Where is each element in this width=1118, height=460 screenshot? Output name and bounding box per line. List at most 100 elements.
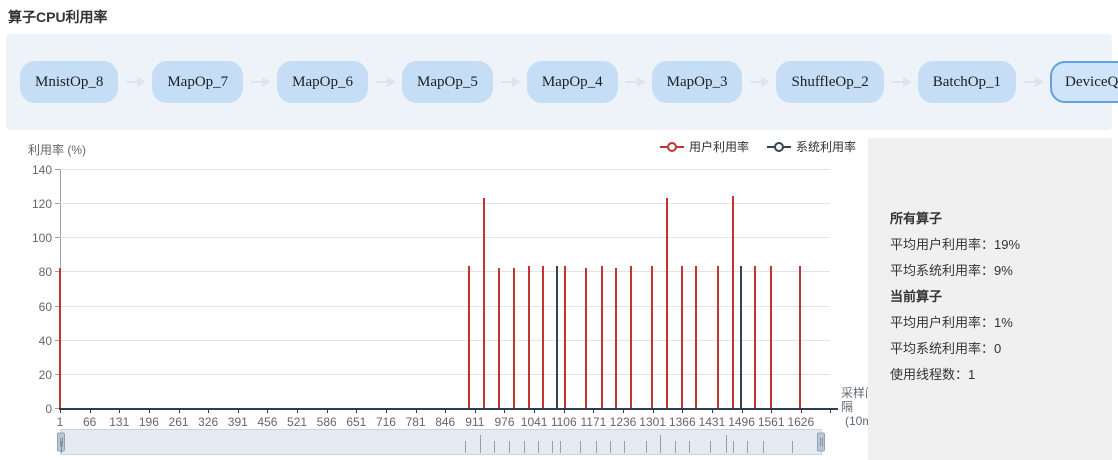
datazoom-shadow-tick bbox=[538, 441, 539, 453]
datazoom-right-handle-icon[interactable] bbox=[817, 433, 825, 452]
y-axis-name: 利用率 (%) bbox=[28, 141, 86, 158]
page-title: 算子CPU利用率 bbox=[8, 7, 108, 27]
bar-用户利用率[interactable] bbox=[528, 266, 530, 408]
pipeline-node-mapop_4[interactable]: MapOp_4 bbox=[527, 61, 618, 103]
pipeline-node-mnistop_8[interactable]: MnistOp_8 bbox=[20, 61, 118, 103]
gridline bbox=[60, 306, 830, 307]
bar-用户利用率[interactable] bbox=[770, 266, 772, 408]
bar-用户利用率[interactable] bbox=[564, 266, 566, 408]
bar-用户利用率[interactable] bbox=[615, 268, 617, 408]
y-axis-label: 100 bbox=[32, 231, 52, 245]
legend-label: 系统利用率 bbox=[796, 138, 856, 155]
bar-系统利用率[interactable] bbox=[740, 266, 742, 408]
datazoom-shadow-tick bbox=[726, 435, 727, 453]
bar-用户利用率[interactable] bbox=[585, 268, 587, 408]
y-axis-label: 0 bbox=[45, 402, 52, 416]
pipeline-node-shuffleop_2[interactable]: ShuffleOp_2 bbox=[776, 61, 883, 103]
arrow-right-icon bbox=[126, 81, 144, 83]
x-axis-tick-icon bbox=[445, 408, 446, 413]
datazoom-shadow-tick bbox=[747, 441, 748, 453]
bar-用户利用率[interactable] bbox=[630, 266, 632, 408]
gridline bbox=[60, 340, 830, 341]
datazoom-shadow-tick bbox=[552, 441, 553, 453]
stats-section-title: 所有算子 bbox=[890, 208, 1102, 234]
datazoom-shadow-tick bbox=[580, 441, 581, 453]
x-axis-label: 456 bbox=[257, 415, 277, 429]
x-axis-tick-icon bbox=[327, 408, 328, 413]
bar-用户利用率[interactable] bbox=[542, 266, 544, 408]
bar-用户利用率[interactable] bbox=[717, 266, 719, 408]
gridline bbox=[60, 237, 830, 238]
x-axis-label: 1171 bbox=[580, 415, 606, 429]
arrow-right-icon bbox=[750, 81, 768, 83]
bar-用户利用率[interactable] bbox=[483, 198, 485, 408]
x-axis-tick-icon bbox=[149, 408, 150, 413]
x-axis-label: 1626 bbox=[787, 415, 814, 429]
x-axis-label: 326 bbox=[198, 415, 218, 429]
pipeline-node-mapop_6[interactable]: MapOp_6 bbox=[277, 61, 368, 103]
datazoom-shadow-tick bbox=[710, 441, 711, 453]
y-axis-label: 140 bbox=[32, 163, 52, 177]
x-axis-label: 1041 bbox=[521, 415, 548, 429]
arrow-right-icon bbox=[626, 81, 644, 83]
pipeline-node-mapop_5[interactable]: MapOp_5 bbox=[402, 61, 493, 103]
x-axis-tick-icon bbox=[534, 408, 535, 413]
stats-row-label: 平均用户利用率： bbox=[890, 315, 994, 330]
pipeline-node-batchop_1[interactable]: BatchOp_1 bbox=[918, 61, 1016, 103]
y-axis-label: 40 bbox=[39, 334, 52, 348]
x-axis-tick-icon bbox=[593, 408, 594, 413]
bar-用户利用率[interactable] bbox=[681, 266, 683, 408]
stats-row-value: 19% bbox=[994, 237, 1020, 252]
arrow-right-icon bbox=[376, 81, 394, 83]
x-axis-tick-icon bbox=[801, 408, 802, 413]
gridline bbox=[60, 374, 830, 375]
datazoom-shadow-tick bbox=[524, 441, 525, 453]
y-axis-label: 60 bbox=[39, 300, 52, 314]
x-axis-tick-icon bbox=[297, 408, 298, 413]
bar-用户利用率[interactable] bbox=[754, 266, 756, 408]
x-axis-tick-icon bbox=[742, 408, 743, 413]
datazoom-slider[interactable] bbox=[60, 429, 822, 455]
bar-用户利用率[interactable] bbox=[666, 198, 668, 408]
x-axis-tick-icon bbox=[179, 408, 180, 413]
legend-line-circle-icon bbox=[660, 142, 684, 152]
chart-legend: 用户利用率 系统利用率 bbox=[642, 138, 856, 155]
x-axis-label: 1 bbox=[57, 415, 64, 429]
bar-用户利用率[interactable] bbox=[732, 196, 734, 408]
x-axis-tick-icon bbox=[238, 408, 239, 413]
y-axis-label: 120 bbox=[32, 197, 52, 211]
datazoom-shadow-tick bbox=[610, 441, 611, 453]
legend-item-0[interactable]: 用户利用率 bbox=[660, 138, 749, 155]
datazoom-shadow-tick bbox=[480, 435, 481, 453]
bar-用户利用率[interactable] bbox=[799, 266, 801, 408]
bar-用户利用率[interactable] bbox=[498, 268, 500, 408]
stats-row: 平均用户利用率：1% bbox=[890, 312, 1102, 338]
x-axis-tick-icon bbox=[564, 408, 565, 413]
datazoom-shadow-tick bbox=[763, 441, 764, 453]
x-axis-label: 1496 bbox=[728, 415, 755, 429]
legend-item-1[interactable]: 系统利用率 bbox=[767, 138, 856, 155]
x-axis-tick-icon bbox=[356, 408, 357, 413]
bar-用户利用率[interactable] bbox=[468, 266, 470, 408]
x-axis-label: 781 bbox=[406, 415, 426, 429]
bar-用户利用率[interactable] bbox=[651, 266, 653, 408]
x-axis-label: 521 bbox=[287, 415, 307, 429]
x-axis-label: 846 bbox=[435, 415, 455, 429]
pipeline-node-mapop_3[interactable]: MapOp_3 bbox=[652, 61, 743, 103]
y-axis-label: 20 bbox=[39, 368, 52, 382]
x-axis-label: 1236 bbox=[610, 415, 637, 429]
bar-用户利用率[interactable] bbox=[59, 268, 61, 408]
bar-系统利用率[interactable] bbox=[556, 266, 558, 408]
x-axis-tick-icon bbox=[267, 408, 268, 413]
datazoom-shadow-tick bbox=[646, 441, 647, 453]
bar-用户利用率[interactable] bbox=[601, 266, 603, 408]
pipeline-node-mapop_7[interactable]: MapOp_7 bbox=[152, 61, 243, 103]
gridline bbox=[60, 169, 830, 170]
pipeline-node-devicequeueop_0[interactable]: DeviceQueueOp_0 bbox=[1050, 61, 1118, 103]
x-axis-tick-icon bbox=[712, 408, 713, 413]
bar-用户利用率[interactable] bbox=[513, 268, 515, 408]
stats-panel: 所有算子平均用户利用率：19%平均系统利用率：9%当前算子平均用户利用率：1%平… bbox=[868, 138, 1112, 460]
x-axis-label: 1366 bbox=[669, 415, 696, 429]
x-axis-tick-icon bbox=[682, 408, 683, 413]
bar-用户利用率[interactable] bbox=[695, 266, 697, 408]
